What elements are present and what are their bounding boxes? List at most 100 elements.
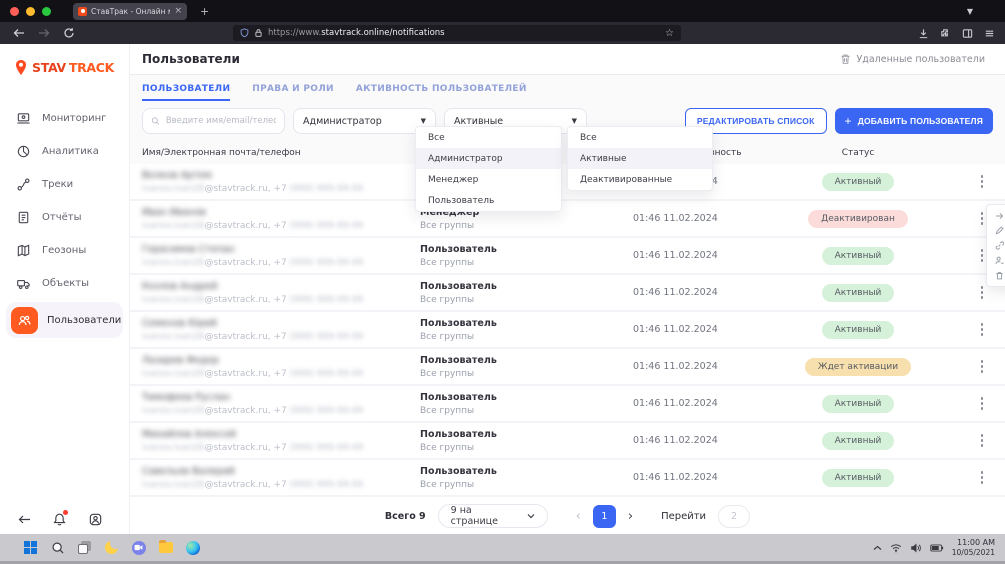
page-number-button[interactable]: 1: [593, 505, 616, 528]
menu-item-delete-user[interactable]: Удалить пользователя: [987, 268, 1005, 283]
user-name: Семенов Юрий: [142, 318, 420, 329]
dropdown-option[interactable]: Все: [416, 127, 561, 148]
sidebar-item-objects[interactable]: Объекты: [0, 267, 129, 300]
row-menu-button[interactable]: [977, 393, 988, 414]
row-menu-button[interactable]: [977, 282, 988, 303]
chat-button[interactable]: [125, 534, 152, 561]
status-badge: Активный: [822, 247, 895, 265]
stavtrack-logo: STAVTRACK: [13, 59, 129, 76]
pagination-bar: Всего 9 9 на странице ‹ 1 › Перейти 2: [130, 497, 1005, 535]
per-page-select[interactable]: 9 на странице: [438, 504, 548, 528]
nav-right-icons: [918, 28, 1005, 39]
lock-icon: [254, 28, 263, 38]
user-role: Пользователь: [420, 355, 633, 366]
search-input[interactable]: [166, 116, 276, 126]
search-box[interactable]: [142, 108, 285, 134]
row-menu-button[interactable]: [977, 319, 988, 340]
tray-chevron-up-icon[interactable]: [873, 545, 882, 551]
new-tab-button[interactable]: +: [200, 5, 209, 18]
tab-rights-roles[interactable]: ПРАВА И РОЛИ: [252, 84, 334, 101]
forward-icon[interactable]: [38, 28, 50, 38]
dropdown-option[interactable]: Администратор: [416, 148, 561, 169]
downloads-icon[interactable]: [918, 28, 929, 39]
user-group: Все группы: [420, 258, 633, 268]
row-menu-button[interactable]: [977, 171, 988, 192]
sidebar-item-users[interactable]: Пользователи: [6, 302, 123, 338]
wifi-icon[interactable]: [890, 543, 902, 553]
user-name: Герасимов Степан: [142, 244, 420, 255]
taskbar: 11:00 AM 10/05/2021: [0, 534, 1005, 564]
bookmark-star-icon[interactable]: ☆: [665, 28, 674, 39]
dropdown-option[interactable]: Все: [568, 127, 712, 148]
status-badge: Деактивирован: [808, 210, 908, 228]
close-window-button[interactable]: [10, 7, 19, 16]
sidebar-item-tracks[interactable]: Треки: [0, 168, 129, 201]
menu-hamburger-icon[interactable]: [984, 28, 995, 39]
deleted-users-link[interactable]: Удаленные пользователи: [840, 53, 986, 65]
menu-item-edit[interactable]: Редактировать: [987, 223, 1005, 238]
goto-page-input[interactable]: 2: [718, 505, 750, 528]
sidebar-item-reports[interactable]: Отчёты: [0, 201, 129, 234]
user-email-phone: ivanov.ivan26@stavtrack.ru, +7 (999) 999…: [142, 184, 420, 194]
file-explorer-button[interactable]: [152, 534, 179, 561]
volume-icon[interactable]: [910, 543, 922, 553]
status-badge: Активный: [822, 284, 895, 302]
menu-item-copy-login-link[interactable]: Скопировать ссылку для входа: [987, 238, 1005, 253]
extensions-puzzle-icon[interactable]: [940, 28, 951, 39]
user-email-phone: ivanov.ivan26@stavtrack.ru, +7 (999) 999…: [142, 221, 420, 231]
user-name: Иван Иванов: [142, 207, 420, 218]
next-page-icon[interactable]: ›: [628, 509, 633, 524]
minimize-window-button[interactable]: [26, 7, 35, 16]
prev-page-icon[interactable]: ‹: [576, 509, 581, 524]
notifications-bell-icon[interactable]: [52, 512, 67, 527]
account-icon[interactable]: [88, 512, 103, 527]
tab-title: СтавТрак - Онлайн мониторин: [91, 7, 170, 16]
users-table: Волков Артем ivanov.ivan26@stavtrack.ru,…: [130, 164, 1005, 497]
last-activity: 01:46 11.02.2024: [633, 324, 788, 335]
battery-icon[interactable]: [930, 544, 944, 552]
table-row: Лазарев Федор ivanov.ivan26@stavtrack.ru…: [130, 349, 1005, 386]
menu-item-deactivate[interactable]: Деактивировать: [987, 253, 1005, 268]
row-menu-button[interactable]: [977, 430, 988, 451]
users-icon: [11, 307, 38, 334]
menu-item-login-as-user[interactable]: Войти как пользователь: [987, 208, 1005, 223]
add-user-button[interactable]: + ДОБАВИТЬ ПОЛЬЗОВАТЕЛЯ: [835, 108, 993, 134]
last-activity: 01:46 11.02.2024: [633, 472, 788, 483]
tab-users[interactable]: ПОЛЬЗОВАТЕЛИ: [142, 84, 230, 101]
edge-button[interactable]: [179, 534, 206, 561]
taskbar-date: 10/05/2021: [952, 548, 995, 559]
last-activity: 01:46 11.02.2024: [633, 398, 788, 409]
user-role: Пользователь: [420, 318, 633, 329]
collapse-arrow-icon[interactable]: [18, 514, 31, 525]
sidebar-item-monitoring[interactable]: Мониторинг: [0, 102, 129, 135]
sidebar-item-geozones[interactable]: Геозоны: [0, 234, 129, 267]
maximize-window-button[interactable]: [42, 7, 51, 16]
task-view-button[interactable]: [71, 534, 98, 561]
reload-icon[interactable]: [63, 27, 75, 39]
dropdown-option[interactable]: Пользователь: [416, 190, 561, 211]
status-badge: Активный: [822, 321, 895, 339]
taskbar-clock[interactable]: 11:00 AM 10/05/2021: [952, 537, 995, 559]
taskbar-time: 11:00 AM: [952, 537, 995, 548]
user-role: Пользователь: [420, 392, 633, 403]
dropdown-option[interactable]: Менеджер: [416, 169, 561, 190]
logo-pin-icon: [13, 59, 29, 76]
dropdown-option[interactable]: Активные: [568, 148, 712, 169]
row-menu-button[interactable]: [977, 356, 988, 377]
close-tab-icon[interactable]: ×: [174, 7, 182, 16]
tab-user-activity[interactable]: АКТИВНОСТЬ ПОЛЬЗОВАТЕЛЕЙ: [356, 84, 527, 101]
row-menu-button[interactable]: [977, 467, 988, 488]
sidebar-panel-icon[interactable]: [962, 28, 973, 39]
last-activity: 01:46 11.02.2024: [633, 435, 788, 446]
status-badge: Ждет активации: [805, 358, 911, 376]
dropdown-option[interactable]: Деактивированные: [568, 169, 712, 190]
back-icon[interactable]: [13, 28, 25, 38]
url-bar[interactable]: https://www.stavtrack.online/notificatio…: [233, 25, 681, 41]
sidebar-item-analytics[interactable]: Аналитика: [0, 135, 129, 168]
user-group: Все группы: [420, 369, 633, 379]
moon-app-button[interactable]: [98, 534, 125, 561]
tab-list-chevron-icon[interactable]: ▼: [967, 7, 973, 16]
taskbar-search-button[interactable]: [44, 534, 71, 561]
start-button[interactable]: [17, 534, 44, 561]
browser-tab[interactable]: СтавТрак - Онлайн мониторин ×: [73, 3, 187, 20]
